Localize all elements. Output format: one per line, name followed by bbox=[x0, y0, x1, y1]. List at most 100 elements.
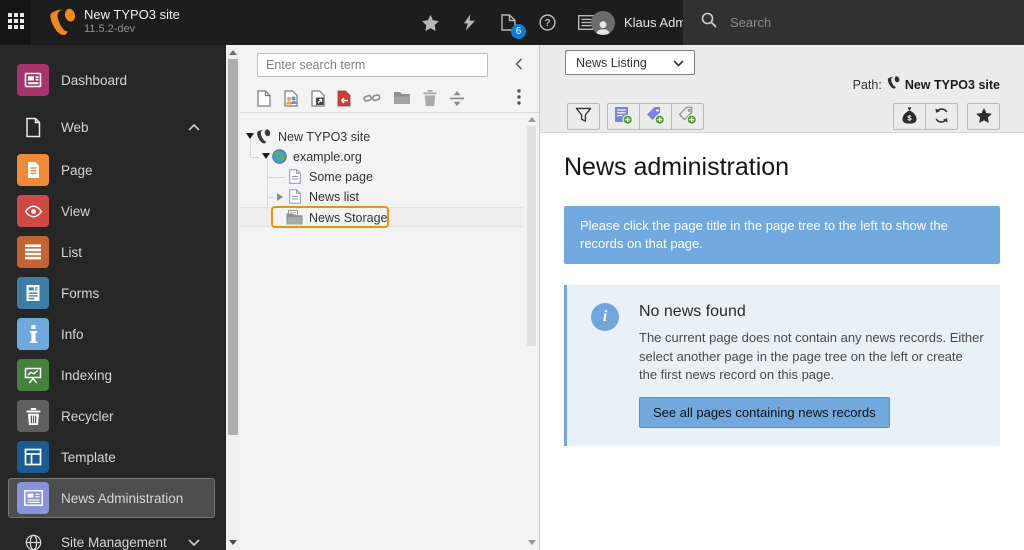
add-news-button[interactable] bbox=[607, 103, 640, 130]
add-tag-button[interactable] bbox=[671, 103, 704, 130]
add-category-button[interactable] bbox=[639, 103, 672, 130]
sidebar-item-template[interactable]: Template bbox=[8, 437, 215, 477]
spacer-icon[interactable] bbox=[449, 91, 465, 106]
scroll-up-arrow-icon[interactable] bbox=[528, 117, 536, 122]
tree-node-label[interactable]: Some page bbox=[309, 170, 373, 184]
avatar bbox=[591, 11, 615, 35]
funnel-icon bbox=[575, 107, 592, 127]
globe-icon bbox=[272, 149, 287, 167]
page-icon bbox=[289, 169, 301, 187]
scroll-down-arrow-icon[interactable] bbox=[229, 540, 237, 545]
sidebar-item-list[interactable]: List bbox=[8, 232, 215, 272]
typo3-version: 11.5.2-dev bbox=[84, 23, 135, 35]
sidebar-item-label: List bbox=[61, 245, 82, 260]
typo3-logo-icon[interactable] bbox=[48, 8, 77, 38]
donate-button[interactable]: $ bbox=[893, 103, 926, 130]
collapse-toggle-icon[interactable] bbox=[262, 153, 270, 159]
star-icon bbox=[976, 108, 992, 126]
search-icon bbox=[701, 12, 717, 33]
bookmark-star-icon[interactable] bbox=[420, 11, 440, 35]
sidebar-item-view[interactable]: View bbox=[8, 191, 215, 231]
clear-cache-bolt-icon[interactable] bbox=[459, 11, 479, 35]
mount-page-icon[interactable] bbox=[337, 90, 351, 107]
module-menu-toggle-button[interactable] bbox=[0, 0, 31, 45]
page-icon bbox=[289, 189, 301, 207]
web-icon bbox=[17, 111, 49, 143]
dashboard-icon bbox=[17, 64, 49, 96]
breadcrumb: Path: New TYPO3 site bbox=[853, 76, 1000, 93]
callout-body: The current page does not contain any ne… bbox=[639, 329, 984, 385]
module-menu-scrollbar[interactable] bbox=[226, 45, 240, 550]
sidebar-item-label: Page bbox=[61, 163, 93, 178]
path-label: Path: bbox=[853, 78, 882, 92]
search-input[interactable] bbox=[728, 14, 928, 31]
chevron-up-icon bbox=[188, 118, 200, 136]
docheader-buttons-right: $ bbox=[893, 103, 1000, 130]
shortcut-page-icon[interactable] bbox=[311, 90, 325, 107]
new-pages-wizard-icon[interactable] bbox=[283, 90, 299, 107]
expand-toggle-icon[interactable] bbox=[277, 193, 283, 201]
scroll-up-arrow-icon[interactable] bbox=[229, 50, 237, 55]
folder-icon[interactable] bbox=[393, 91, 411, 105]
scroll-down-arrow-icon[interactable] bbox=[528, 540, 536, 545]
sidebar-item-label: Dashboard bbox=[61, 73, 127, 88]
new-page-icon[interactable] bbox=[257, 90, 271, 107]
sidebar-item-label: Template bbox=[61, 450, 116, 465]
opendocs-count-badge: 6 bbox=[511, 24, 526, 39]
docheader-buttons-left bbox=[567, 103, 704, 130]
tree-scrollbar[interactable] bbox=[525, 113, 538, 550]
site-title: New TYPO3 site bbox=[84, 8, 180, 22]
tree-node-label[interactable]: News list bbox=[309, 190, 359, 204]
sidebar-item-indexing[interactable]: Indexing bbox=[8, 355, 215, 395]
topbar-toolbar: 6 ? bbox=[420, 0, 596, 45]
module-menu: Dashboard Web Page View bbox=[0, 45, 226, 550]
module-content: News Listing Path: New TYPO3 site bbox=[540, 45, 1024, 550]
tree-node-label[interactable]: example.org bbox=[293, 150, 362, 164]
bookmark-button[interactable] bbox=[967, 103, 1000, 130]
help-icon[interactable]: ? bbox=[537, 11, 557, 35]
info-icon bbox=[17, 318, 49, 350]
sidebar-item-label: Forms bbox=[61, 286, 99, 301]
sidebar-item-news-administration[interactable]: News Administration bbox=[8, 478, 215, 518]
module-body: News administration Please click the pag… bbox=[540, 134, 1024, 550]
sidebar-item-info[interactable]: Info bbox=[8, 314, 215, 354]
tree-node-news-storage[interactable]: News Storage bbox=[240, 207, 523, 227]
refresh-icon bbox=[933, 107, 950, 127]
scrollbar-thumb[interactable] bbox=[228, 59, 238, 435]
scrollbar-thumb[interactable] bbox=[527, 126, 536, 346]
tree-node-label[interactable]: News Storage bbox=[309, 211, 388, 225]
sidebar-group-site-management[interactable]: Site Management bbox=[8, 527, 215, 550]
module-function-select[interactable]: News Listing bbox=[565, 50, 695, 75]
tree-node-page[interactable]: News list bbox=[240, 187, 525, 207]
tree-node-root[interactable]: New TYPO3 site bbox=[240, 127, 525, 147]
grid-icon bbox=[8, 13, 24, 32]
tree-node-site[interactable]: example.org bbox=[240, 147, 525, 167]
info-alert: Please click the page title in the page … bbox=[564, 206, 1000, 264]
typo3-site-icon bbox=[256, 129, 271, 148]
sidebar-group-web[interactable]: Web bbox=[8, 112, 215, 142]
sidebar-item-dashboard[interactable]: Dashboard bbox=[8, 60, 215, 100]
news-add-icon bbox=[614, 106, 633, 128]
template-icon bbox=[17, 441, 49, 473]
collapse-toggle-icon[interactable] bbox=[246, 133, 254, 139]
tree-node-page[interactable]: Some page bbox=[240, 167, 525, 187]
trash-icon bbox=[17, 400, 49, 432]
collapse-tree-button[interactable] bbox=[515, 58, 523, 73]
filter-button[interactable] bbox=[567, 103, 600, 130]
link-icon[interactable] bbox=[363, 92, 381, 105]
sidebar-item-label: View bbox=[61, 204, 90, 219]
chevron-down-icon bbox=[673, 56, 684, 70]
trash-icon[interactable] bbox=[423, 90, 437, 106]
page-title: News administration bbox=[564, 152, 1000, 182]
tree-toolbar bbox=[257, 86, 465, 110]
tree-more-options-icon[interactable] bbox=[517, 89, 521, 108]
sidebar-item-page[interactable]: Page bbox=[8, 150, 215, 190]
tree-node-label[interactable]: New TYPO3 site bbox=[278, 130, 370, 144]
opendocs-icon[interactable]: 6 bbox=[498, 11, 518, 35]
sidebar-item-recycler[interactable]: Recycler bbox=[8, 396, 215, 436]
reload-button[interactable] bbox=[925, 103, 958, 130]
sidebar-item-forms[interactable]: Forms bbox=[8, 273, 215, 313]
sidebar-item-label: Recycler bbox=[61, 409, 114, 424]
tree-search-input[interactable] bbox=[257, 53, 488, 77]
see-all-pages-button[interactable]: See all pages containing news records bbox=[639, 397, 890, 428]
